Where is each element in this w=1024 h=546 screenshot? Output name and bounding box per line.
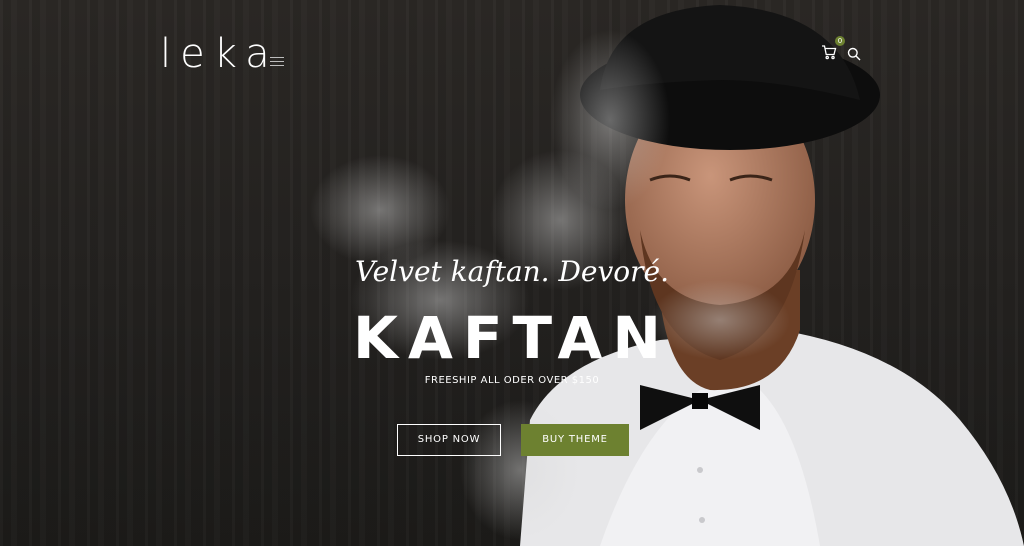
cart-count-badge: 0: [835, 36, 845, 46]
shop-now-button[interactable]: SHOP NOW: [397, 424, 501, 456]
slide-tagline: FREESHIP ALL ODER OVER $150: [424, 375, 600, 386]
slide-subtitle: Velvet kaftan. Devoré.: [354, 255, 670, 288]
hero-slider: leka 0 Velvet kaftan. Devoré. KAFTAN FRE…: [0, 0, 1024, 546]
slide-title: KAFTAN: [353, 304, 671, 372]
buy-theme-button[interactable]: BUY THEME: [521, 424, 629, 456]
search-icon[interactable]: [847, 47, 863, 63]
cart-icon[interactable]: 0: [821, 36, 845, 64]
hamburger-icon[interactable]: [270, 57, 284, 67]
site-header: leka 0: [0, 0, 1024, 90]
logo[interactable]: leka: [160, 30, 279, 78]
